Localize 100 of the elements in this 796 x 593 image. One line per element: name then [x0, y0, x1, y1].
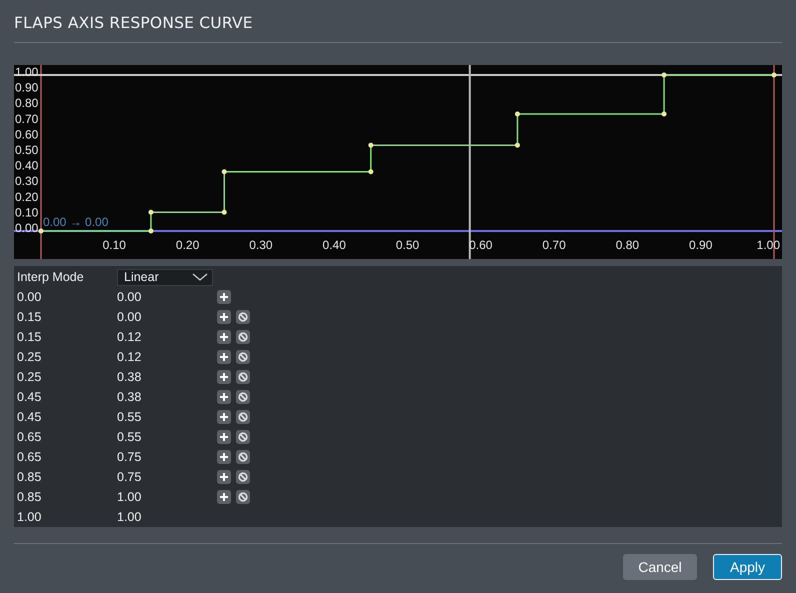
- output-value: 1.00: [117, 510, 142, 524]
- output-value: 0.00: [117, 310, 142, 324]
- output-value: 0.00: [117, 290, 142, 304]
- curve-point[interactable]: [772, 72, 776, 78]
- remove-button[interactable]: [236, 350, 250, 364]
- input-value: 0.65: [17, 450, 42, 464]
- add-button[interactable]: [217, 310, 231, 324]
- add-button[interactable]: [217, 370, 231, 384]
- output-value: 1.00: [117, 490, 142, 504]
- plus-icon: [220, 373, 228, 381]
- add-button[interactable]: [217, 350, 231, 364]
- output-value: 0.55: [117, 430, 142, 444]
- cursor-line[interactable]: [468, 65, 471, 259]
- remove-button[interactable]: [236, 490, 250, 504]
- prohibited-icon: [238, 392, 248, 402]
- y-tick-label: 0.30: [15, 174, 38, 188]
- window-title: FLAPS AXIS RESPONSE CURVE: [14, 13, 254, 34]
- x-tick-label: 0.10: [102, 238, 126, 252]
- add-button[interactable]: [217, 410, 231, 424]
- cancel-button[interactable]: Cancel: [623, 554, 697, 580]
- add-button[interactable]: [217, 290, 231, 304]
- output-value: 0.12: [117, 330, 142, 344]
- remove-button[interactable]: [236, 410, 250, 424]
- add-button[interactable]: [217, 450, 231, 464]
- curve-point[interactable]: [148, 228, 154, 234]
- x-tick-label: 0.90: [689, 238, 712, 252]
- prohibited-icon: [238, 452, 248, 462]
- prohibited-icon: [238, 332, 248, 342]
- remove-button[interactable]: [236, 370, 250, 384]
- input-value: 0.45: [17, 390, 42, 404]
- remove-button[interactable]: [236, 310, 250, 324]
- curve-point[interactable]: [148, 210, 154, 215]
- curve-point[interactable]: [368, 169, 374, 174]
- y-tick-label: 0.40: [15, 158, 38, 173]
- prohibited-icon: [238, 372, 248, 382]
- y-tick-label: 0.50: [15, 143, 38, 157]
- y-tick-label: 0.90: [15, 80, 38, 95]
- input-value: 0.45: [17, 410, 42, 424]
- plus-icon: [220, 413, 228, 421]
- remove-button[interactable]: [236, 470, 250, 484]
- apply-button[interactable]: Apply: [713, 554, 782, 580]
- y-tick-label: 0.20: [15, 190, 38, 204]
- prohibited-icon: [238, 492, 248, 502]
- chevron-icon: [192, 273, 208, 281]
- add-button[interactable]: [217, 330, 231, 344]
- y-tick-label: 0.70: [15, 112, 38, 126]
- curve-point[interactable]: [222, 169, 227, 174]
- remove-button[interactable]: [236, 330, 250, 344]
- x-tick-label: 0.80: [616, 238, 640, 252]
- input-value: 0.65: [17, 430, 42, 444]
- input-value: 0.15: [17, 310, 42, 324]
- add-button[interactable]: [217, 470, 231, 484]
- interp-mode-dropdown[interactable]: Linear: [117, 268, 213, 286]
- curve-point[interactable]: [368, 142, 374, 148]
- remove-button[interactable]: [236, 450, 250, 464]
- plus-icon: [220, 433, 228, 441]
- output-value: 0.75: [117, 450, 142, 464]
- plus-icon: [220, 493, 228, 501]
- add-button[interactable]: [217, 390, 231, 404]
- value-readout: 0.00 → 0.00: [43, 215, 108, 229]
- output-value: 0.38: [117, 370, 142, 384]
- curve-point[interactable]: [662, 72, 667, 78]
- y-tick-label: 0.10: [15, 205, 38, 220]
- plus-icon: [220, 313, 228, 321]
- field-label: Interp Mode: [17, 270, 85, 284]
- x-tick-label: 0.70: [542, 238, 566, 252]
- plus-icon: [220, 353, 228, 361]
- x-tick-label: 0.50: [396, 238, 420, 252]
- input-value: 0.85: [17, 470, 42, 484]
- input-value: 1.00: [17, 510, 42, 524]
- input-value: 0.25: [17, 370, 42, 384]
- curve-point[interactable]: [662, 112, 667, 116]
- plus-icon: [220, 473, 228, 481]
- input-value: 0.00: [17, 290, 42, 304]
- curve-point[interactable]: [38, 228, 44, 234]
- input-value: 0.25: [17, 350, 42, 364]
- add-button[interactable]: [217, 490, 231, 504]
- add-button[interactable]: [217, 430, 231, 444]
- plus-icon: [220, 293, 228, 301]
- x-tick-label: 0.30: [249, 238, 273, 252]
- output-value: 0.12: [117, 350, 142, 364]
- prohibited-icon: [238, 472, 248, 482]
- curve-point[interactable]: [222, 210, 227, 215]
- prohibited-icon: [238, 312, 248, 322]
- x-tick-label: 0.40: [322, 238, 346, 252]
- y-tick-label: 0.60: [15, 127, 38, 142]
- plus-icon: [220, 453, 228, 461]
- prohibited-icon: [238, 432, 248, 442]
- input-value: 0.15: [17, 330, 42, 344]
- curve-point[interactable]: [514, 142, 520, 148]
- plus-icon: [220, 333, 228, 341]
- input-value: 0.85: [17, 490, 42, 504]
- remove-button[interactable]: [236, 390, 250, 404]
- remove-button[interactable]: [236, 430, 250, 444]
- x-tick-label: 0.20: [176, 238, 200, 252]
- prohibited-icon: [238, 412, 248, 422]
- prohibited-icon: [238, 352, 248, 362]
- y-tick-label: 0.80: [15, 96, 38, 110]
- output-value: 0.55: [117, 410, 142, 424]
- curve-point[interactable]: [514, 112, 520, 116]
